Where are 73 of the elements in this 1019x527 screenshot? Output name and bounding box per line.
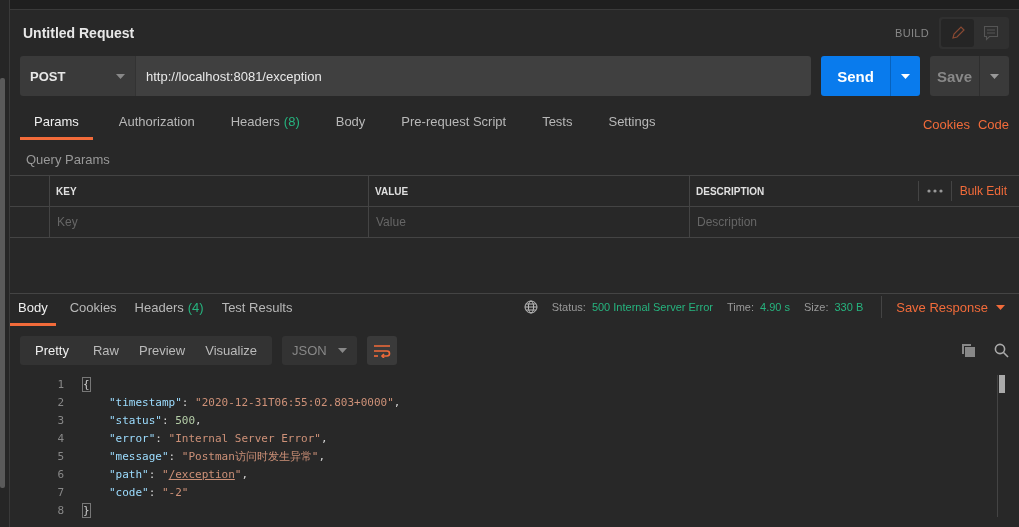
status-value: 500 Internal Server Error: [591, 301, 713, 313]
view-mode-tab[interactable]: Preview: [129, 343, 196, 358]
code-line: }: [83, 503, 90, 517]
wrap-icon: [373, 343, 392, 358]
method-select[interactable]: POST: [20, 56, 136, 96]
request-tab[interactable]: Params: [20, 112, 93, 140]
response-tab[interactable]: Cookies: [63, 298, 123, 326]
column-header: VALUE: [369, 176, 690, 207]
scrollbar[interactable]: [0, 78, 5, 488]
response-tab[interactable]: Test Results: [215, 298, 299, 326]
globe-icon: [523, 300, 538, 314]
response-tab[interactable]: Body: [10, 298, 56, 326]
code-line: "message": "Postman访问时发生异常",: [109, 448, 326, 464]
line-number: 7: [56, 485, 64, 499]
more-button[interactable]: [917, 181, 952, 201]
response-tab[interactable]: Headers (4): [128, 298, 210, 326]
code-line: "code": "-2": [109, 485, 189, 499]
search-icon: [994, 343, 1009, 358]
copy-button[interactable]: [961, 343, 976, 358]
code-line: "timestamp": "2020-12-31T06:55:02.803+0000",: [109, 395, 401, 409]
view-mode-tab[interactable]: Raw: [82, 343, 129, 358]
status-label: Status:: [551, 301, 586, 313]
code-line: "error": "Internal Server Error",: [109, 431, 328, 445]
column-header: DESCRIPTION: [696, 185, 766, 197]
line-number: 8: [56, 503, 64, 517]
line-number: 2: [56, 395, 64, 409]
line-number: 3: [56, 413, 64, 427]
param-field[interactable]: Description: [690, 207, 1019, 238]
status-value: 4.90 s: [760, 301, 790, 313]
comment-icon: [982, 25, 999, 41]
request-tab[interactable]: Headers (8): [218, 112, 312, 140]
line-number: 4: [56, 431, 64, 445]
param-field[interactable]: Key: [50, 207, 369, 238]
view-mode-tab[interactable]: Pretty: [25, 343, 79, 358]
column-header: KEY: [50, 176, 369, 207]
wrap-button[interactable]: [367, 336, 398, 365]
line-number: 6: [56, 467, 64, 481]
scrollbar-thumb[interactable]: [999, 375, 1005, 393]
url-field[interactable]: http://localhost:8081/exception: [136, 56, 811, 96]
section-title: Query Params: [25, 151, 111, 169]
mode-label: BUILD: [895, 27, 929, 39]
link[interactable]: Code: [977, 117, 1009, 140]
request-tab[interactable]: Body: [323, 112, 378, 140]
code-line: {: [83, 377, 90, 391]
caret-icon: [901, 73, 910, 79]
view-mode-tab[interactable]: Visualize: [195, 343, 268, 358]
request-tab[interactable]: Pre-request Script: [389, 112, 519, 140]
save-response-button[interactable]: Save Response: [892, 299, 1009, 315]
request-tab[interactable]: Settings: [596, 112, 668, 140]
code-line: "status": 500,: [109, 413, 202, 427]
search-button[interactable]: [994, 343, 1009, 358]
link[interactable]: Cookies: [922, 117, 970, 140]
format-select[interactable]: JSON: [282, 336, 358, 365]
request-title: Untitled Request: [23, 25, 135, 41]
link[interactable]: Bulk Edit: [951, 184, 1019, 198]
status-label: Size:: [804, 301, 829, 313]
param-field[interactable]: Value: [369, 207, 690, 238]
status-value: 330 B: [834, 301, 864, 313]
request-tab[interactable]: Tests: [530, 112, 585, 140]
line-number: 1: [56, 377, 64, 391]
build-mode-button[interactable]: [941, 19, 974, 47]
more-icon: [926, 189, 943, 193]
caret-icon: [996, 304, 1005, 310]
status-label: Time:: [726, 301, 755, 313]
copy-icon: [961, 343, 976, 358]
code-line: "path": "/exception",: [109, 467, 249, 481]
link[interactable]: /exception: [168, 467, 235, 481]
line-number: 5: [56, 449, 64, 463]
request-tab[interactable]: Authorization: [106, 112, 207, 140]
caret-icon: [990, 73, 999, 79]
pencil-icon: [949, 25, 966, 41]
caret-icon: [338, 348, 348, 353]
caret-icon: [116, 73, 125, 79]
